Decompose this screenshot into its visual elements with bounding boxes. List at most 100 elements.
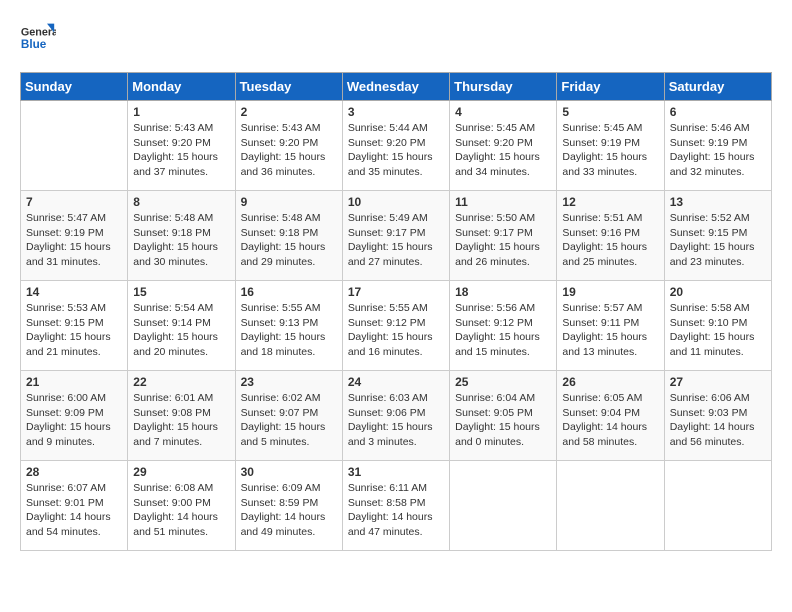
day-info: Sunrise: 5:45 AM Sunset: 9:19 PM Dayligh… <box>562 121 658 180</box>
calendar-cell: 5 Sunrise: 5:45 AM Sunset: 9:19 PM Daylig… <box>557 101 664 191</box>
day-info: Sunrise: 6:02 AM Sunset: 9:07 PM Dayligh… <box>241 391 337 450</box>
day-number: 4 <box>455 105 551 119</box>
day-info: Sunrise: 6:01 AM Sunset: 9:08 PM Dayligh… <box>133 391 229 450</box>
weekday-header: Saturday <box>664 73 771 101</box>
calendar-cell: 28 Sunrise: 6:07 AM Sunset: 9:01 PM Dayli… <box>21 461 128 551</box>
day-info: Sunrise: 6:03 AM Sunset: 9:06 PM Dayligh… <box>348 391 444 450</box>
day-info: Sunrise: 5:55 AM Sunset: 9:13 PM Dayligh… <box>241 301 337 360</box>
calendar-cell: 2 Sunrise: 5:43 AM Sunset: 9:20 PM Daylig… <box>235 101 342 191</box>
calendar-week-row: 1 Sunrise: 5:43 AM Sunset: 9:20 PM Daylig… <box>21 101 772 191</box>
day-info: Sunrise: 5:43 AM Sunset: 9:20 PM Dayligh… <box>133 121 229 180</box>
calendar-cell: 25 Sunrise: 6:04 AM Sunset: 9:05 PM Dayli… <box>450 371 557 461</box>
day-info: Sunrise: 6:05 AM Sunset: 9:04 PM Dayligh… <box>562 391 658 450</box>
day-number: 11 <box>455 195 551 209</box>
calendar-cell: 15 Sunrise: 5:54 AM Sunset: 9:14 PM Dayli… <box>128 281 235 371</box>
day-info: Sunrise: 5:56 AM Sunset: 9:12 PM Dayligh… <box>455 301 551 360</box>
calendar-cell: 18 Sunrise: 5:56 AM Sunset: 9:12 PM Dayli… <box>450 281 557 371</box>
day-number: 22 <box>133 375 229 389</box>
day-info: Sunrise: 6:04 AM Sunset: 9:05 PM Dayligh… <box>455 391 551 450</box>
day-number: 18 <box>455 285 551 299</box>
day-info: Sunrise: 6:06 AM Sunset: 9:03 PM Dayligh… <box>670 391 766 450</box>
calendar-cell: 31 Sunrise: 6:11 AM Sunset: 8:58 PM Dayli… <box>342 461 449 551</box>
logo-icon: GeneralBlue <box>20 20 56 56</box>
day-number: 15 <box>133 285 229 299</box>
day-number: 10 <box>348 195 444 209</box>
calendar-cell: 30Sunrise: 6:09 AM Sunset: 8:59 PM Dayli… <box>235 461 342 551</box>
day-number: 5 <box>562 105 658 119</box>
calendar-cell: 10 Sunrise: 5:49 AM Sunset: 9:17 PM Dayli… <box>342 191 449 281</box>
calendar-cell <box>450 461 557 551</box>
day-number: 31 <box>348 465 444 479</box>
day-number: 1 <box>133 105 229 119</box>
day-number: 13 <box>670 195 766 209</box>
day-number: 2 <box>241 105 337 119</box>
calendar-cell: 8 Sunrise: 5:48 AM Sunset: 9:18 PM Daylig… <box>128 191 235 281</box>
day-info: Sunrise: 5:50 AM Sunset: 9:17 PM Dayligh… <box>455 211 551 270</box>
day-number: 9 <box>241 195 337 209</box>
weekday-header: Friday <box>557 73 664 101</box>
calendar-cell: 21 Sunrise: 6:00 AM Sunset: 9:09 PM Dayli… <box>21 371 128 461</box>
day-info: Sunrise: 5:44 AM Sunset: 9:20 PM Dayligh… <box>348 121 444 180</box>
calendar-cell: 27 Sunrise: 6:06 AM Sunset: 9:03 PM Dayli… <box>664 371 771 461</box>
weekday-header: Thursday <box>450 73 557 101</box>
day-number: 24 <box>348 375 444 389</box>
day-info: Sunrise: 6:08 AM Sunset: 9:00 PM Dayligh… <box>133 481 229 540</box>
day-info: Sunrise: 6:11 AM Sunset: 8:58 PM Dayligh… <box>348 481 444 540</box>
calendar-table: SundayMondayTuesdayWednesdayThursdayFrid… <box>20 72 772 551</box>
day-number: 7 <box>26 195 122 209</box>
day-info: Sunrise: 5:55 AM Sunset: 9:12 PM Dayligh… <box>348 301 444 360</box>
day-number: 8 <box>133 195 229 209</box>
svg-text:Blue: Blue <box>21 38 47 51</box>
weekday-header-row: SundayMondayTuesdayWednesdayThursdayFrid… <box>21 73 772 101</box>
day-info: Sunrise: 6:00 AM Sunset: 9:09 PM Dayligh… <box>26 391 122 450</box>
weekday-header: Monday <box>128 73 235 101</box>
calendar-cell: 19Sunrise: 5:57 AM Sunset: 9:11 PM Dayli… <box>557 281 664 371</box>
day-number: 12 <box>562 195 658 209</box>
calendar-cell: 12 Sunrise: 5:51 AM Sunset: 9:16 PM Dayli… <box>557 191 664 281</box>
logo: GeneralBlue <box>20 20 56 56</box>
day-number: 29 <box>133 465 229 479</box>
calendar-week-row: 21 Sunrise: 6:00 AM Sunset: 9:09 PM Dayli… <box>21 371 772 461</box>
day-info: Sunrise: 5:48 AM Sunset: 9:18 PM Dayligh… <box>133 211 229 270</box>
day-number: 27 <box>670 375 766 389</box>
calendar-week-row: 14Sunrise: 5:53 AM Sunset: 9:15 PM Dayli… <box>21 281 772 371</box>
calendar-cell: 24 Sunrise: 6:03 AM Sunset: 9:06 PM Dayli… <box>342 371 449 461</box>
calendar-cell <box>21 101 128 191</box>
day-number: 30 <box>241 465 337 479</box>
day-info: Sunrise: 5:48 AM Sunset: 9:18 PM Dayligh… <box>241 211 337 270</box>
calendar-cell: 13 Sunrise: 5:52 AM Sunset: 9:15 PM Dayli… <box>664 191 771 281</box>
page-header: GeneralBlue <box>20 20 772 56</box>
weekday-header: Sunday <box>21 73 128 101</box>
day-info: Sunrise: 5:45 AM Sunset: 9:20 PM Dayligh… <box>455 121 551 180</box>
day-number: 16 <box>241 285 337 299</box>
day-number: 23 <box>241 375 337 389</box>
calendar-cell <box>557 461 664 551</box>
calendar-cell: 1 Sunrise: 5:43 AM Sunset: 9:20 PM Daylig… <box>128 101 235 191</box>
calendar-cell <box>664 461 771 551</box>
day-info: Sunrise: 5:54 AM Sunset: 9:14 PM Dayligh… <box>133 301 229 360</box>
calendar-cell: 29 Sunrise: 6:08 AM Sunset: 9:00 PM Dayli… <box>128 461 235 551</box>
calendar-cell: 26Sunrise: 6:05 AM Sunset: 9:04 PM Dayli… <box>557 371 664 461</box>
calendar-cell: 17Sunrise: 5:55 AM Sunset: 9:12 PM Dayli… <box>342 281 449 371</box>
day-number: 3 <box>348 105 444 119</box>
day-info: Sunrise: 5:52 AM Sunset: 9:15 PM Dayligh… <box>670 211 766 270</box>
calendar-cell: 14Sunrise: 5:53 AM Sunset: 9:15 PM Dayli… <box>21 281 128 371</box>
calendar-cell: 23 Sunrise: 6:02 AM Sunset: 9:07 PM Dayli… <box>235 371 342 461</box>
calendar-cell: 16 Sunrise: 5:55 AM Sunset: 9:13 PM Dayli… <box>235 281 342 371</box>
calendar-week-row: 28 Sunrise: 6:07 AM Sunset: 9:01 PM Dayli… <box>21 461 772 551</box>
day-number: 25 <box>455 375 551 389</box>
weekday-header: Tuesday <box>235 73 342 101</box>
day-info: Sunrise: 5:53 AM Sunset: 9:15 PM Dayligh… <box>26 301 122 360</box>
day-number: 28 <box>26 465 122 479</box>
day-info: Sunrise: 5:46 AM Sunset: 9:19 PM Dayligh… <box>670 121 766 180</box>
day-info: Sunrise: 5:51 AM Sunset: 9:16 PM Dayligh… <box>562 211 658 270</box>
calendar-cell: 6 Sunrise: 5:46 AM Sunset: 9:19 PM Daylig… <box>664 101 771 191</box>
day-number: 6 <box>670 105 766 119</box>
day-number: 21 <box>26 375 122 389</box>
day-info: Sunrise: 5:49 AM Sunset: 9:17 PM Dayligh… <box>348 211 444 270</box>
day-info: Sunrise: 6:07 AM Sunset: 9:01 PM Dayligh… <box>26 481 122 540</box>
calendar-cell: 9 Sunrise: 5:48 AM Sunset: 9:18 PM Daylig… <box>235 191 342 281</box>
calendar-week-row: 7Sunrise: 5:47 AM Sunset: 9:19 PM Daylig… <box>21 191 772 281</box>
day-info: Sunrise: 5:43 AM Sunset: 9:20 PM Dayligh… <box>241 121 337 180</box>
day-number: 20 <box>670 285 766 299</box>
